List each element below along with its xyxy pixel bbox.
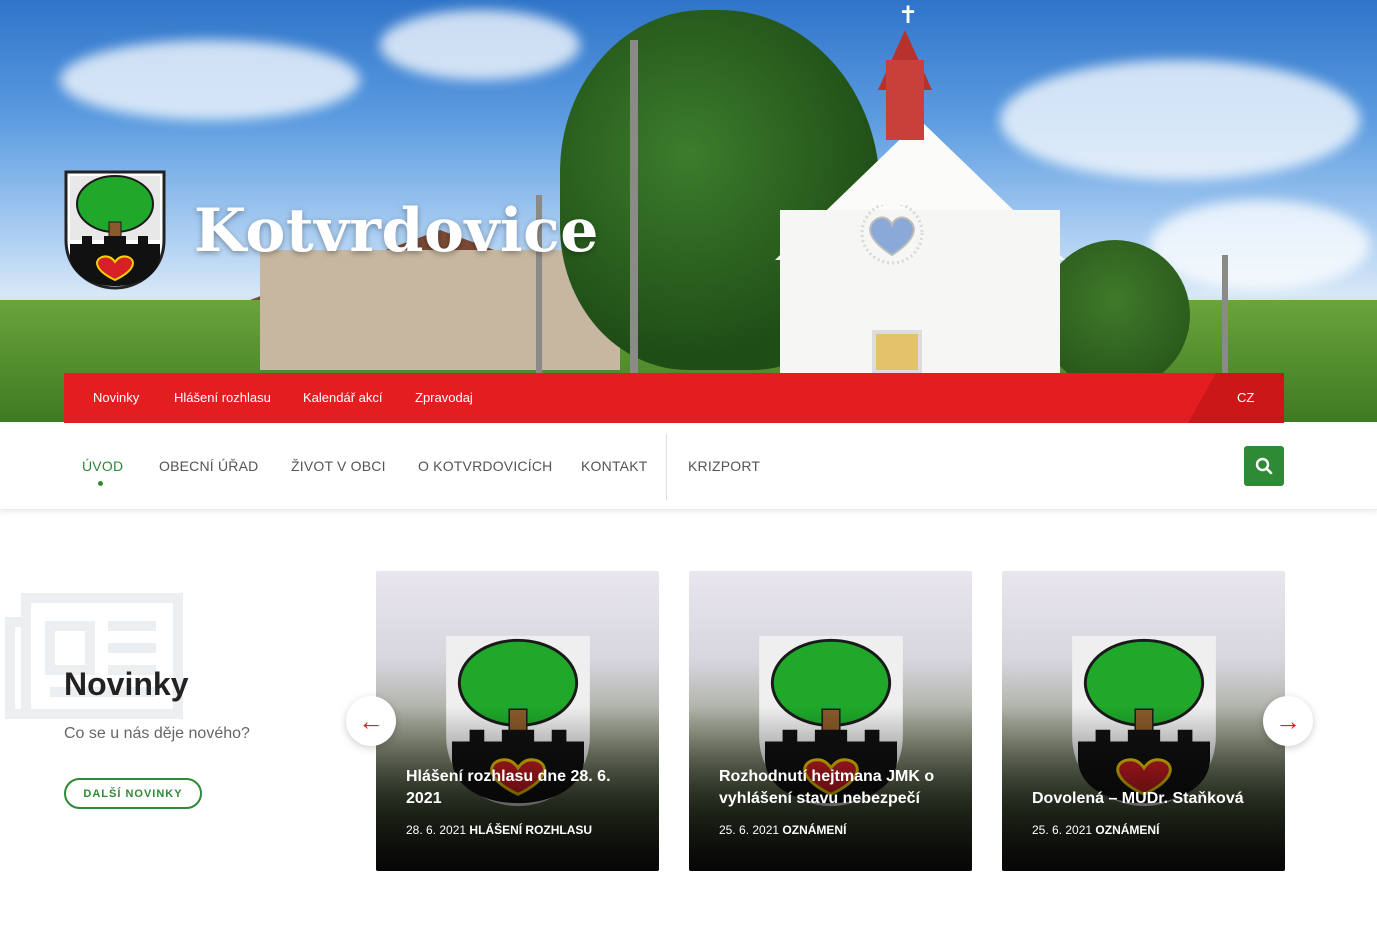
cloud [60,40,360,120]
nav-item-o-kotvrdovicich[interactable]: O Kotvrdovicích [418,458,552,474]
nav-item-uvod[interactable]: Úvod [82,458,123,474]
news-card[interactable]: Dovolená – MUDr. Staňková 25. 6. 2021 OZ… [1002,571,1285,871]
nav-item-zivot-v-obci[interactable]: Život v obci [291,458,386,474]
cross-icon: ✝ [898,2,919,29]
top-nav-item-novinky[interactable]: Novinky [93,390,139,405]
news-card-meta: 28. 6. 2021 HLÁŠENÍ ROZHLASU [406,823,592,837]
search-button[interactable] [1244,446,1284,486]
top-nav-item-hlaseni-rozhlasu[interactable]: Hlášení rozhlasu [174,390,271,405]
arrow-right-icon: → [1275,705,1301,736]
site-title[interactable]: Kotvrdovice [194,196,599,266]
cloud [380,10,580,80]
news-card-title[interactable]: Rozhodnutí hejtmana JMK o vyhlášení stav… [719,766,959,810]
nav-item-krizport[interactable]: KRIZPORT [688,458,760,474]
news-card-category[interactable]: OZNÁMENÍ [1095,823,1159,837]
news-card-meta: 25. 6. 2021 OZNÁMENÍ [1032,823,1159,837]
tree [1040,240,1190,390]
coat-of-arms-icon[interactable] [64,170,166,290]
language-switcher[interactable]: CZ [1237,390,1254,405]
news-card-title[interactable]: Hlášení rozhlasu dne 28. 6. 2021 [406,766,646,810]
nav-divider [666,434,667,500]
top-nav-item-kalendar-akci[interactable]: Kalendář akcí [303,390,383,405]
nav-item-obecni-urad[interactable]: Obecní úřad [159,458,258,474]
cloud [1150,200,1370,290]
news-card-category[interactable]: OZNÁMENÍ [782,823,846,837]
news-card[interactable]: Hlášení rozhlasu dne 28. 6. 2021 28. 6. … [376,571,659,871]
news-card-meta: 25. 6. 2021 OZNÁMENÍ [719,823,846,837]
news-heading: Novinky [64,666,189,702]
more-news-button[interactable]: DALŠÍ NOVINKY [64,778,202,809]
news-card-date: 25. 6. 2021 [1032,823,1093,837]
church-tower [886,60,924,140]
news-subheading: Co se u nás děje nového? [64,725,250,742]
active-indicator [98,481,103,486]
arrow-left-icon: ← [358,705,384,736]
news-card-date: 25. 6. 2021 [719,823,780,837]
news-card-category[interactable]: HLÁŠENÍ ROZHLASU [469,823,592,837]
news-card-title[interactable]: Dovolená – MUDr. Staňková [1032,788,1272,810]
top-nav-item-zpravodaj[interactable]: Zpravodaj [415,390,473,405]
utility-pole [1222,255,1228,375]
utility-pole [630,40,638,380]
news-card-date: 28. 6. 2021 [406,823,467,837]
heart-window-icon [860,205,924,265]
church-door [872,330,922,374]
carousel-prev-button[interactable]: ← [346,696,396,746]
search-icon [1255,457,1273,475]
news-card[interactable]: Rozhodnutí hejtmana JMK o vyhlášení stav… [689,571,972,871]
carousel-next-button[interactable]: → [1263,696,1313,746]
nav-item-kontakt[interactable]: Kontakt [581,458,647,474]
